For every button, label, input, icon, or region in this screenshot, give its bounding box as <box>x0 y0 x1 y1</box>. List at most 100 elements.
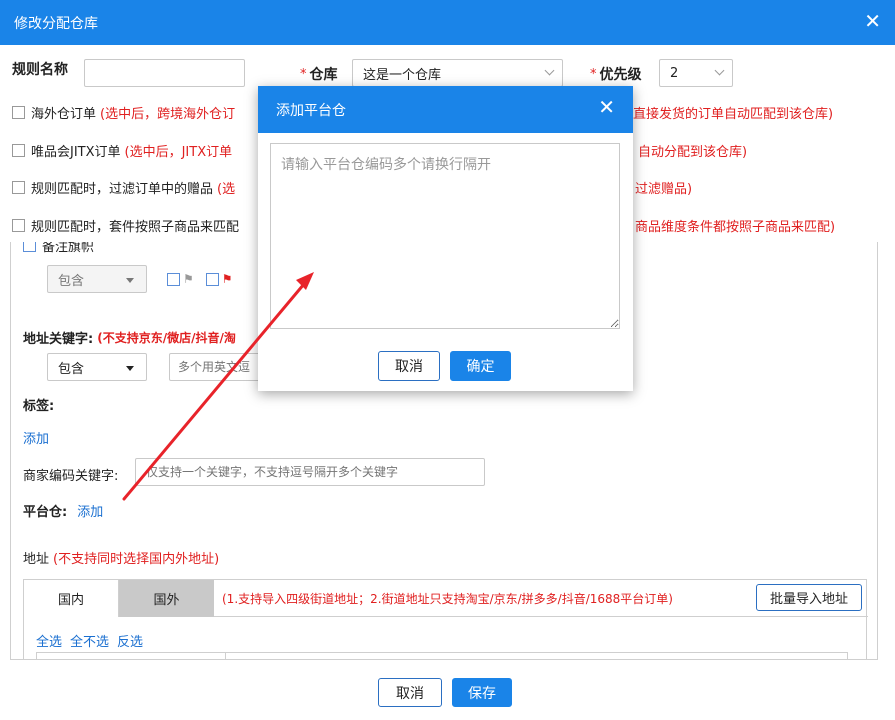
overseas-order-checkbox[interactable] <box>12 106 25 119</box>
red-flag-icon: ⚑ <box>221 272 233 286</box>
option-label: 规则匹配时，过滤订单中的赠品 <box>31 182 214 197</box>
flag-mode-select[interactable]: 包含 <box>47 265 147 293</box>
required-mark: * <box>300 66 307 82</box>
tab-underline <box>214 616 868 617</box>
address-list-divider <box>225 653 226 659</box>
save-button[interactable]: 保存 <box>452 678 512 707</box>
flag-grey[interactable]: ⚑ <box>167 272 194 286</box>
rule-name-label: 规则名称 <box>12 62 68 78</box>
tags-add-link[interactable]: 添加 <box>23 428 49 447</box>
vip-jitx-checkbox[interactable] <box>12 144 25 157</box>
tags-add-row: 添加 <box>23 428 49 447</box>
option-label: 唯品会JITX订单 <box>31 145 121 160</box>
address-mode-select[interactable]: 包含 <box>47 353 147 381</box>
flag-options: ⚑ ⚑ <box>167 272 245 286</box>
option-note-tail: 直接发货的订单自动匹配到该仓库) <box>633 103 833 122</box>
dialog-header: 修改分配仓库 <box>0 0 895 45</box>
modal-confirm-button[interactable]: 确定 <box>450 351 511 381</box>
platform-warehouse-label: 平台仓: <box>23 505 68 520</box>
filter-gifts-checkbox[interactable] <box>12 181 25 194</box>
tags-label: 标签: <box>23 399 55 414</box>
bulk-import-label: 批量导入地址 <box>769 592 848 607</box>
option-note: (选中后，JITX订单 <box>124 145 233 160</box>
priority-label: 优先级 <box>599 67 642 83</box>
address-note: (不支持同时选择国内外地址) <box>53 552 220 567</box>
select-none-link[interactable]: 全不选 <box>70 631 109 650</box>
address-row: 地址 (不支持同时选择国内外地址) <box>23 548 219 567</box>
address-list-box <box>36 652 848 659</box>
modal-title: 添加平台仓 <box>276 102 346 119</box>
modal-cancel-label: 取消 <box>395 359 423 375</box>
flag-mode-value: 包含 <box>58 273 85 289</box>
tab-overseas[interactable]: 国外 <box>119 580 214 617</box>
merchant-code-row: 商家编码关键字: <box>23 465 118 484</box>
address-label: 地址 <box>23 552 50 567</box>
address-tabs-box: 国内 国外 (1.支持导入四级街道地址；2.街道地址只支持淘宝/京东/拼多多/抖… <box>23 579 868 659</box>
modal-header: 添加平台仓 <box>258 86 633 133</box>
option-note: (选中后，跨境海外仓订 <box>100 107 236 122</box>
tags-row: 标签: <box>23 395 54 414</box>
remark-flag-checkbox[interactable] <box>23 242 36 252</box>
priority-select-value: 2 <box>670 65 679 81</box>
modal-cancel-button[interactable]: 取消 <box>378 351 440 381</box>
address-keyword-label: 地址关键字: <box>23 332 94 347</box>
option-filter-gifts[interactable]: 规则匹配时，过滤订单中的赠品 (选 <box>12 178 235 197</box>
merchant-code-label: 商家编码关键字: <box>23 469 119 484</box>
platform-warehouse-add-link[interactable]: 添加 <box>77 501 103 520</box>
warehouse-select-value: 这是一个仓库 <box>363 67 442 83</box>
select-all-link[interactable]: 全选 <box>36 631 62 650</box>
platform-warehouse-codes-textarea[interactable] <box>270 143 620 329</box>
bulk-import-button[interactable]: 批量导入地址 <box>756 584 862 611</box>
import-note-row: (1.支持导入四级街道地址；2.街道地址只支持淘宝/京东/拼多多/抖音/1688… <box>222 590 673 607</box>
add-platform-warehouse-modal: 添加平台仓 ✕ 取消 确定 <box>258 86 633 391</box>
option-label: 规则匹配时，套件按照子商品来匹配 <box>31 220 240 235</box>
save-button-label: 保存 <box>468 685 496 702</box>
import-note: (1.支持导入四级街道地址；2.街道地址只支持淘宝/京东/拼多多/抖音/1688… <box>222 592 673 606</box>
priority-select[interactable]: 2 <box>659 59 733 87</box>
option-kit-by-child[interactable]: 规则匹配时，套件按照子商品来匹配 <box>12 216 239 235</box>
merchant-code-input[interactable] <box>135 458 485 486</box>
option-note-tail: 过滤赠品) <box>635 178 692 197</box>
priority-label-row: * 优先级 <box>590 64 642 84</box>
chevron-down-icon <box>714 65 725 76</box>
chevron-down-icon <box>544 65 555 76</box>
kit-by-child-checkbox[interactable] <box>12 219 25 232</box>
option-note-tail: 自动分配到该仓库) <box>638 141 747 160</box>
warehouse-label-row: * 仓库 <box>300 64 338 84</box>
platform-warehouse-row: 平台仓: 添加 <box>23 501 103 520</box>
close-icon[interactable]: ✕ <box>864 10 881 32</box>
rule-name-input[interactable] <box>84 59 245 87</box>
tab-domestic-label: 国内 <box>57 593 84 608</box>
address-keyword-note: (不支持京东/微店/抖音/淘 <box>97 331 236 345</box>
close-icon[interactable]: ✕ <box>598 95 615 119</box>
caret-down-icon <box>126 366 134 371</box>
warehouse-label: 仓库 <box>309 67 338 83</box>
cancel-button[interactable]: 取消 <box>378 678 442 707</box>
flag-red-checkbox[interactable] <box>205 272 219 286</box>
flag-red[interactable]: ⚑ <box>205 272 233 286</box>
option-note-tail-text: 自动分配到该仓库) <box>638 145 748 160</box>
tab-overseas-label: 国外 <box>153 593 180 608</box>
rule-name-row: 规则名称 <box>12 59 68 79</box>
cancel-button-label: 取消 <box>396 685 424 702</box>
option-label: 海外仓订单 <box>31 107 97 122</box>
address-mode-value: 包含 <box>58 361 85 377</box>
warehouse-select[interactable]: 这是一个仓库 <box>352 59 563 87</box>
caret-down-icon <box>126 278 134 283</box>
grey-flag-icon: ⚑ <box>183 272 194 286</box>
required-mark: * <box>590 66 597 82</box>
remark-flag-label: 备注旗帜 <box>42 242 95 255</box>
invert-select-link[interactable]: 反选 <box>117 631 143 650</box>
option-note-tail-text: 商品维度条件都按照子商品来匹配) <box>635 220 836 235</box>
address-keyword-row: 地址关键字: (不支持京东/微店/抖音/淘 <box>23 328 236 347</box>
option-note-tail-text: 过滤赠品) <box>635 182 693 197</box>
option-overseas-order[interactable]: 海外仓订单 (选中后，跨境海外仓订 <box>12 103 235 122</box>
remark-flag-row: 备注旗帜 <box>23 242 94 255</box>
dialog-title: 修改分配仓库 <box>14 15 98 32</box>
modal-confirm-label: 确定 <box>466 359 495 375</box>
tab-domestic[interactable]: 国内 <box>24 580 119 617</box>
select-links: 全选 全不选 反选 <box>36 631 143 650</box>
option-note-tail: 商品维度条件都按照子商品来匹配) <box>635 216 835 235</box>
flag-grey-checkbox[interactable] <box>167 272 180 286</box>
option-vip-jitx-order[interactable]: 唯品会JITX订单 (选中后，JITX订单 <box>12 141 232 160</box>
